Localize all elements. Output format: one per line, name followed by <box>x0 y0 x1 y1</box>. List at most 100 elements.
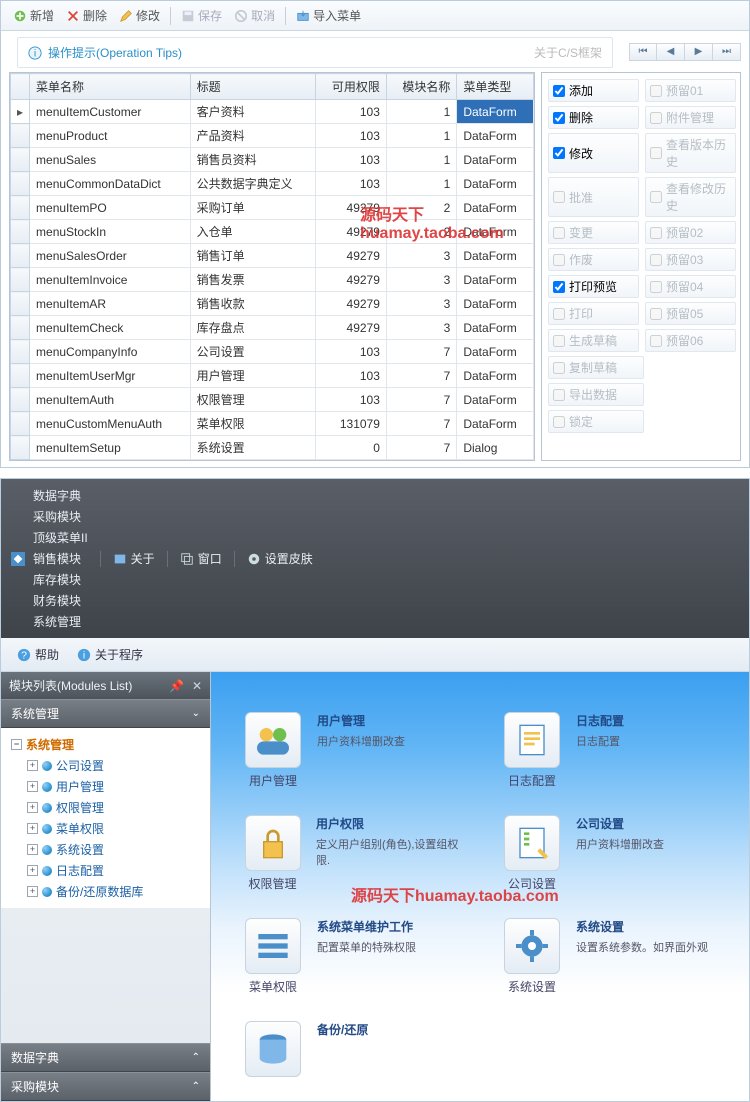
col-name[interactable]: 菜单名称 <box>30 74 191 100</box>
cell-module[interactable]: 1 <box>386 172 456 196</box>
cell-type[interactable]: DataForm <box>457 148 534 172</box>
cell-perm[interactable]: 131079 <box>316 412 386 436</box>
tile-icon[interactable] <box>241 1021 305 1081</box>
close-icon[interactable]: ✕ <box>192 679 202 693</box>
cell-title[interactable]: 销售员资料 <box>190 148 316 172</box>
cell-name[interactable]: menuItemInvoice <box>30 268 191 292</box>
accordion-datadict[interactable]: 数据字典⌃ <box>1 1043 210 1072</box>
menu-item[interactable]: 数据字典 <box>27 485 94 506</box>
cell-perm[interactable]: 103 <box>316 364 386 388</box>
perm-check[interactable]: 修改 <box>548 133 639 173</box>
cell-name[interactable]: menuItemAuth <box>30 388 191 412</box>
cell-perm[interactable]: 103 <box>316 340 386 364</box>
cell-module[interactable]: 7 <box>386 412 456 436</box>
cell-type[interactable]: Dialog <box>457 436 534 460</box>
menu-item[interactable]: 系统管理 <box>27 611 94 632</box>
checkbox[interactable] <box>553 85 565 97</box>
cell-type[interactable]: DataForm <box>457 388 534 412</box>
cell-name[interactable]: menuCompanyInfo <box>30 340 191 364</box>
module-tile[interactable]: 用户管理 用户管理 用户资料增删改查 <box>241 712 470 789</box>
table-row[interactable]: menuProduct 产品资料 103 1 DataForm <box>11 124 534 148</box>
cell-module[interactable]: 7 <box>386 340 456 364</box>
nav-last[interactable]: ⏭ <box>713 43 741 61</box>
menu-grid[interactable]: 菜单名称 标题 可用权限 模块名称 菜单类型 ▸ menuItemCustome… <box>9 72 535 461</box>
cell-perm[interactable]: 49279 <box>316 196 386 220</box>
cell-module[interactable]: 1 <box>386 148 456 172</box>
cell-perm[interactable]: 49279 <box>316 292 386 316</box>
cell-name[interactable]: menuItemCheck <box>30 316 191 340</box>
edit-button[interactable]: 修改 <box>115 5 164 26</box>
pin-icon[interactable]: 📌 <box>169 679 184 693</box>
cell-perm[interactable]: 49279 <box>316 220 386 244</box>
cell-name[interactable]: menuCommonDataDict <box>30 172 191 196</box>
tile-icon[interactable]: 系统设置 <box>500 918 564 995</box>
cell-type[interactable]: DataForm <box>457 100 534 124</box>
cell-module[interactable]: 3 <box>386 244 456 268</box>
tree-root[interactable]: −系统管理 <box>9 734 206 755</box>
nav-next[interactable]: ▶ <box>685 43 713 61</box>
cell-type[interactable]: DataForm <box>457 292 534 316</box>
collapse-icon[interactable]: − <box>11 739 22 750</box>
about-button[interactable]: i关于程序 <box>71 644 149 665</box>
add-button[interactable]: 新增 <box>9 5 58 26</box>
table-row[interactable]: menuItemUserMgr 用户管理 103 7 DataForm <box>11 364 534 388</box>
tile-icon[interactable]: 公司设置 <box>500 815 564 892</box>
cell-perm[interactable]: 103 <box>316 172 386 196</box>
table-row[interactable]: menuItemAuth 权限管理 103 7 DataForm <box>11 388 534 412</box>
cell-name[interactable]: menuProduct <box>30 124 191 148</box>
cancel-button[interactable]: 取消 <box>230 5 279 26</box>
table-row[interactable]: menuItemSetup 系统设置 0 7 Dialog <box>11 436 534 460</box>
cell-name[interactable]: menuItemCustomer <box>30 100 191 124</box>
cell-perm[interactable]: 103 <box>316 100 386 124</box>
cell-title[interactable]: 销售发票 <box>190 268 316 292</box>
menu-item[interactable]: 财务模块 <box>27 590 94 611</box>
module-tile[interactable]: 系统设置 系统设置 设置系统参数。如界面外观 <box>500 918 729 995</box>
cell-title[interactable]: 入仓单 <box>190 220 316 244</box>
cell-title[interactable]: 客户资料 <box>190 100 316 124</box>
nav-first[interactable]: ⏮ <box>629 43 657 61</box>
tree-item[interactable]: +日志配置 <box>25 860 206 881</box>
checkbox[interactable] <box>553 281 565 293</box>
expand-icon[interactable]: + <box>27 760 38 771</box>
module-tile[interactable]: 菜单权限 系统菜单维护工作 配置菜单的特殊权限 <box>241 918 470 995</box>
tree-item[interactable]: +用户管理 <box>25 776 206 797</box>
cell-title[interactable]: 用户管理 <box>190 364 316 388</box>
table-row[interactable]: ▸ menuItemCustomer 客户资料 103 1 DataForm <box>11 100 534 124</box>
cell-type[interactable]: DataForm <box>457 124 534 148</box>
tree-item[interactable]: +系统设置 <box>25 839 206 860</box>
cell-perm[interactable]: 49279 <box>316 244 386 268</box>
cell-module[interactable]: 1 <box>386 100 456 124</box>
cell-type[interactable]: DataForm <box>457 244 534 268</box>
cell-name[interactable]: menuSales <box>30 148 191 172</box>
table-row[interactable]: menuCommonDataDict 公共数据字典定义 103 1 DataFo… <box>11 172 534 196</box>
accordion-purchase[interactable]: 采购模块⌃ <box>1 1072 210 1101</box>
tile-icon[interactable]: 菜单权限 <box>241 918 305 995</box>
cell-type[interactable]: DataForm <box>457 364 534 388</box>
table-row[interactable]: menuCompanyInfo 公司设置 103 7 DataForm <box>11 340 534 364</box>
cell-name[interactable]: menuCustomMenuAuth <box>30 412 191 436</box>
expand-icon[interactable]: + <box>27 865 38 876</box>
table-row[interactable]: menuSalesOrder 销售订单 49279 3 DataForm <box>11 244 534 268</box>
tile-icon[interactable]: 日志配置 <box>500 712 564 789</box>
cell-title[interactable]: 采购订单 <box>190 196 316 220</box>
cell-module[interactable]: 3 <box>386 316 456 340</box>
col-perm[interactable]: 可用权限 <box>316 74 386 100</box>
tile-icon[interactable]: 权限管理 <box>241 815 304 892</box>
table-row[interactable]: menuItemCheck 库存盘点 49279 3 DataForm <box>11 316 534 340</box>
import-button[interactable]: 导入菜单 <box>292 5 365 26</box>
perm-check[interactable]: 打印预览 <box>548 275 639 298</box>
tree-item[interactable]: +公司设置 <box>25 755 206 776</box>
expand-icon[interactable]: + <box>27 823 38 834</box>
menu-item[interactable]: 采购模块 <box>27 506 94 527</box>
cell-module[interactable]: 3 <box>386 268 456 292</box>
cell-title[interactable]: 库存盘点 <box>190 316 316 340</box>
module-tile[interactable]: 备份/还原 <box>241 1021 470 1081</box>
cell-module[interactable]: 7 <box>386 364 456 388</box>
perm-check[interactable]: 添加 <box>548 79 639 102</box>
cell-name[interactable]: menuItemAR <box>30 292 191 316</box>
expand-icon[interactable]: + <box>27 886 38 897</box>
expand-icon[interactable]: + <box>27 802 38 813</box>
cell-module[interactable]: 2 <box>386 220 456 244</box>
cell-type[interactable]: DataForm <box>457 220 534 244</box>
help-button[interactable]: ?帮助 <box>11 644 65 665</box>
